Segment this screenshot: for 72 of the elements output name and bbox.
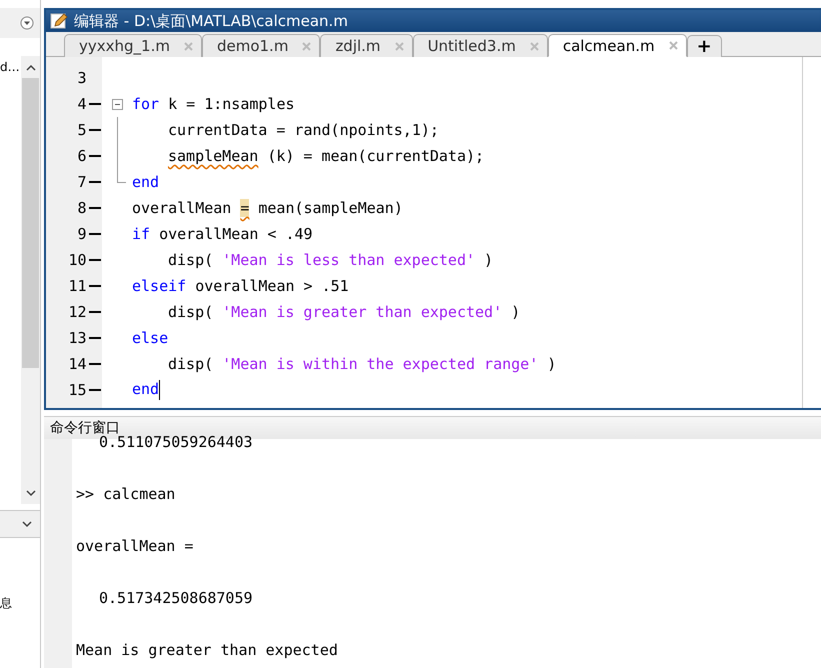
breakpoint-dash[interactable] (89, 181, 102, 183)
scrollbar[interactable] (21, 56, 40, 504)
code-keyword: else (132, 329, 168, 347)
breakpoint-dash[interactable] (89, 285, 102, 287)
code-text: ) (484, 251, 494, 269)
panel-text: 息 (0, 594, 12, 612)
line-number: 11 (68, 277, 86, 295)
code-text: ) (547, 355, 556, 373)
breakpoint-dash[interactable] (89, 363, 102, 365)
code-keyword: if (132, 225, 150, 243)
line-number: 5 (77, 121, 86, 139)
console-output: Mean is greater than expected (75, 640, 338, 661)
code-text: disp( (168, 303, 214, 321)
code-text: disp( (168, 355, 214, 373)
code-warning: = (240, 199, 250, 217)
console-output: 0.517342508687059 (98, 588, 253, 609)
line-number: 4 (77, 95, 86, 113)
code-text: (k) = mean(currentData); (267, 147, 484, 165)
new-tab-button[interactable]: + (686, 35, 722, 57)
breakpoint-dash[interactable] (89, 389, 102, 391)
code-keyword: elseif (132, 277, 186, 295)
breakpoint-dash[interactable] (89, 233, 102, 235)
code-text: currentData = rand(npoints,1); (168, 121, 439, 139)
chevron-down-icon[interactable] (22, 520, 32, 528)
breakpoint-dash[interactable] (89, 337, 102, 339)
line-number: 13 (68, 329, 86, 347)
line-number: 8 (77, 199, 86, 217)
pencil-icon (50, 12, 68, 30)
breakpoint-dash[interactable] (89, 311, 102, 313)
line-number: 10 (68, 251, 86, 269)
breakpoint-dash[interactable] (89, 103, 102, 105)
file-tab[interactable]: zdjl.m (320, 34, 413, 57)
code-string: 'Mean is within the expected range' (222, 355, 538, 373)
line-number: 9 (77, 225, 86, 243)
scroll-down-icon[interactable] (26, 490, 36, 496)
console-output: overallMean = (75, 536, 194, 557)
console-output: >> calcmean (75, 484, 176, 505)
file-tab[interactable]: Untitled3.m (412, 34, 548, 57)
file-tab[interactable]: demo1.m (202, 34, 320, 57)
code-text: overallMean > .51 (195, 277, 349, 295)
code-string: 'Mean is less than expected' (222, 251, 476, 269)
breakpoint-dash[interactable] (89, 259, 102, 261)
scroll-up-icon[interactable] (26, 64, 36, 70)
code-text: overallMean (132, 199, 232, 217)
line-number: 12 (68, 303, 86, 321)
line-number: 15 (68, 381, 86, 399)
line-number: 14 (68, 355, 86, 373)
fold-end-line (116, 169, 126, 183)
file-tab[interactable]: calcmean.m (548, 34, 687, 57)
code-keyword: end (132, 380, 160, 400)
breakpoint-dash[interactable] (89, 155, 102, 157)
line-number: 6 (77, 147, 86, 165)
code-warning: sampleMean (168, 147, 258, 165)
code-keyword: end (132, 173, 160, 191)
line-number: 3 (77, 69, 86, 87)
file-tab[interactable]: yyxxhg_1.m (64, 34, 202, 57)
code-text: mean(sampleMean) (258, 199, 403, 217)
breakpoint-dash[interactable] (89, 207, 102, 209)
code-string: 'Mean is greater than expected' (222, 303, 502, 321)
line-number: 7 (77, 173, 86, 191)
code-keyword: for (132, 95, 160, 113)
code-text: ) (511, 303, 520, 321)
dropdown-icon[interactable] (20, 16, 34, 30)
file-item[interactable]: d… (0, 60, 21, 74)
code-text: k = 1:nsamples (168, 95, 295, 113)
window-title: 编辑器 - D:\桌面\MATLAB\calcmean.m (74, 12, 348, 30)
console-output: 0.511075059264403 (99, 433, 253, 453)
code-text: disp( (168, 251, 214, 269)
panel-title: 命令行窗口 (50, 419, 120, 436)
fold-collapse-icon[interactable] (112, 98, 122, 110)
code-text: overallMean < .49 (159, 225, 313, 243)
breakpoint-dash[interactable] (89, 129, 102, 131)
